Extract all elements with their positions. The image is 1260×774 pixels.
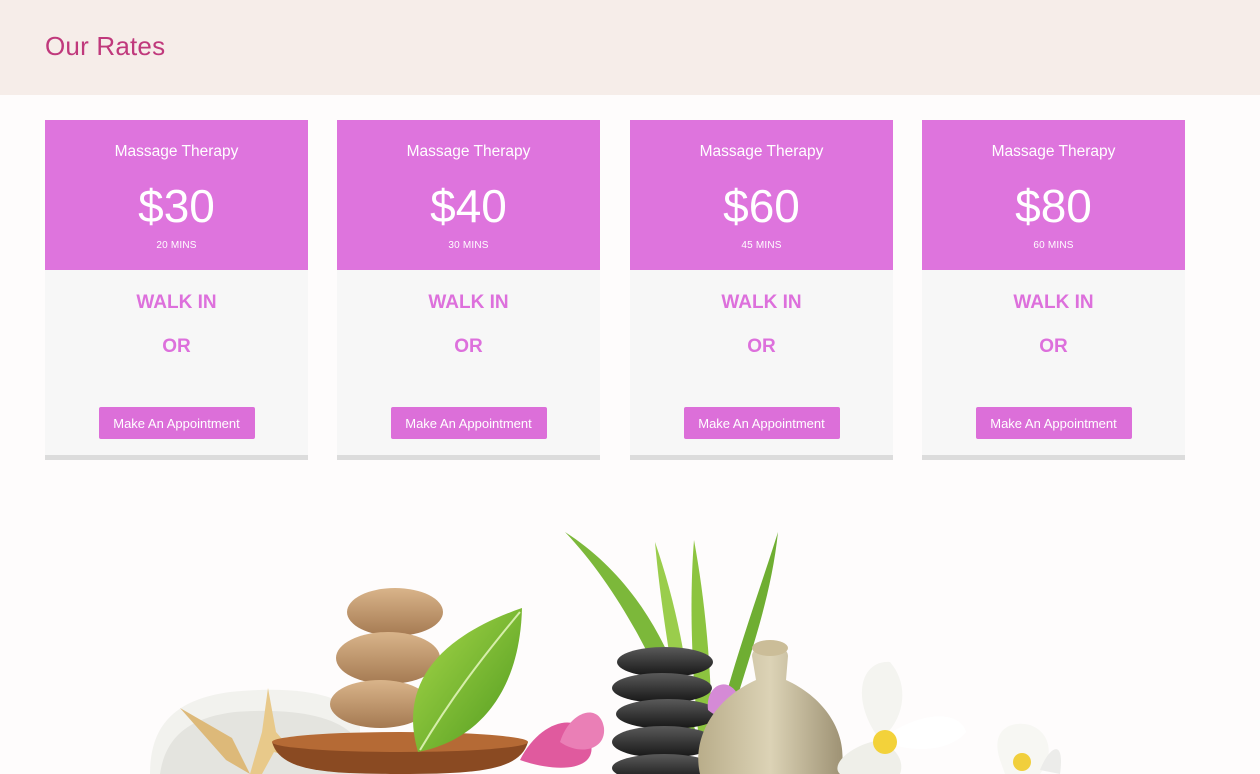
or-label: OR bbox=[162, 336, 191, 357]
walk-in-label: WALK IN bbox=[721, 292, 802, 313]
rate-card-60: Massage Therapy $60 45 MINS WALK IN OR M… bbox=[630, 120, 893, 460]
spa-stones-image bbox=[150, 532, 1061, 774]
rate-card-30: Massage Therapy $30 20 MINS WALK IN OR M… bbox=[45, 120, 308, 460]
walk-in-label: WALK IN bbox=[428, 292, 509, 313]
rate-card-header: Massage Therapy $60 45 MINS bbox=[630, 120, 893, 270]
walk-in-label: WALK IN bbox=[1013, 292, 1094, 313]
duration: 30 MINS bbox=[448, 240, 489, 251]
service-name: Massage Therapy bbox=[699, 143, 824, 160]
service-name: Massage Therapy bbox=[406, 143, 531, 160]
or-label: OR bbox=[747, 336, 776, 357]
price: $40 bbox=[430, 180, 507, 232]
rate-card-header: Massage Therapy $80 60 MINS bbox=[922, 120, 1185, 270]
duration: 45 MINS bbox=[741, 240, 782, 251]
service-name: Massage Therapy bbox=[114, 143, 239, 160]
rate-cards: Massage Therapy $30 20 MINS WALK IN OR M… bbox=[45, 120, 1215, 460]
price: $80 bbox=[1015, 180, 1092, 232]
rate-card-80: Massage Therapy $80 60 MINS WALK IN OR M… bbox=[922, 120, 1185, 460]
page-title: Our Rates bbox=[45, 31, 166, 61]
walk-in-label: WALK IN bbox=[136, 292, 217, 313]
or-label: OR bbox=[1039, 336, 1068, 357]
rate-card-40: Massage Therapy $40 30 MINS WALK IN OR M… bbox=[337, 120, 600, 460]
rate-card-header: Massage Therapy $40 30 MINS bbox=[337, 120, 600, 270]
make-appointment-button[interactable]: Make An Appointment bbox=[975, 407, 1132, 439]
duration: 60 MINS bbox=[1033, 240, 1074, 251]
price: $30 bbox=[138, 180, 215, 232]
rates-header: Our Rates bbox=[0, 0, 1260, 95]
make-appointment-button[interactable]: Make An Appointment bbox=[98, 407, 255, 439]
rate-card-header: Massage Therapy $30 20 MINS bbox=[45, 120, 308, 270]
service-name: Massage Therapy bbox=[991, 143, 1116, 160]
make-appointment-button[interactable]: Make An Appointment bbox=[390, 407, 547, 439]
make-appointment-button[interactable]: Make An Appointment bbox=[683, 407, 840, 439]
or-label: OR bbox=[454, 336, 483, 357]
price: $60 bbox=[723, 180, 800, 232]
duration: 20 MINS bbox=[156, 240, 197, 251]
